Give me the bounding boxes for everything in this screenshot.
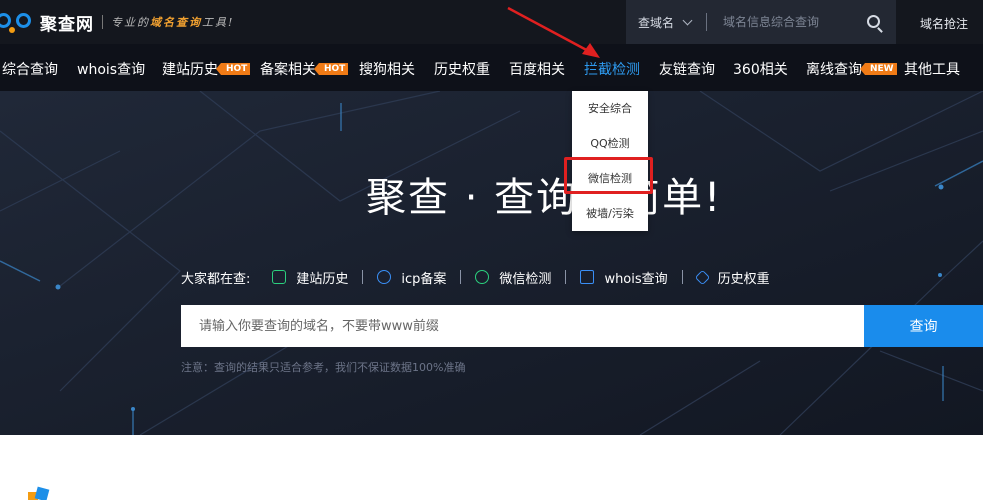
layers-icon <box>694 269 710 285</box>
nav-item-whois[interactable]: whois查询 <box>77 59 145 79</box>
nav-item-offline[interactable]: 离线查询 NEW <box>806 59 897 79</box>
popular-lead-label: 大家都在查: <box>181 271 251 287</box>
nav-item-sogou[interactable]: 搜狗相关 <box>359 59 415 79</box>
popular-item-wechat[interactable]: 微信检测 <box>475 268 551 287</box>
annotation-highlight-box <box>564 157 653 194</box>
hot-badge: HOT <box>215 63 251 75</box>
hero-banner <box>0 91 983 435</box>
icp-icon <box>377 270 392 284</box>
nav-item-360[interactable]: 360相关 <box>733 59 788 79</box>
monitor-icon <box>580 270 595 284</box>
site-logo[interactable]: 聚查网 专业的域名查询工具! <box>0 10 235 35</box>
search-button[interactable]: 查询 <box>864 305 983 347</box>
hot-badge: HOT <box>313 63 349 75</box>
top-bar: 聚查网 专业的域名查询工具! 查域名 域名抢注 <box>0 0 983 44</box>
nav-item-icp[interactable]: 备案相关 HOT <box>260 59 349 79</box>
logo-icon <box>0 11 36 33</box>
domain-snatch-link[interactable]: 域名抢注 <box>920 15 968 32</box>
main-nav: 综合查询 whois查询 建站历史 HOT 备案相关 HOT 搜狗相关 历史权重 百… <box>0 44 983 91</box>
dropdown-item-qq-check[interactable]: QQ检测 <box>572 126 648 161</box>
top-search-input[interactable] <box>707 15 847 29</box>
popular-item-whois[interactable]: whois查询 <box>580 268 668 287</box>
site-name: 聚查网 <box>40 14 94 35</box>
chevron-down-icon <box>682 15 693 25</box>
divider <box>460 270 462 284</box>
divider <box>362 270 364 284</box>
search-type-select[interactable]: 查域名 <box>626 14 706 31</box>
logo-divider <box>102 15 103 29</box>
disclaimer-note: 注意：查询的结果只适合参考，我们不保证数据100%准确 <box>181 361 466 374</box>
top-search-bar: 查域名 <box>626 0 896 44</box>
divider <box>565 270 567 284</box>
search-icon[interactable] <box>867 15 880 28</box>
nav-item-history-weight[interactable]: 历史权重 <box>434 59 490 79</box>
domain-search-input[interactable] <box>181 305 864 347</box>
hero-title: 聚查 · 查询更简单! <box>366 175 723 221</box>
popular-item-icp[interactable]: icp备案 <box>377 268 446 287</box>
history-icon <box>272 270 287 284</box>
nav-item-friend-links[interactable]: 友链查询 <box>659 59 715 79</box>
new-badge: NEW <box>860 63 897 75</box>
wechat-icon <box>475 270 490 284</box>
dropdown-item-blocked-polluted[interactable]: 被墙/污染 <box>572 196 648 231</box>
hero-background-lines <box>0 91 983 435</box>
nav-item-site-history[interactable]: 建站历史 HOT <box>162 59 251 79</box>
popular-item-history-weight[interactable]: 历史权重 <box>694 268 770 287</box>
nav-item-block-check[interactable]: 拦截检测 <box>584 59 640 79</box>
popular-item-site-history[interactable]: 建站历史 <box>272 268 348 287</box>
nav-item-comprehensive[interactable]: 综合查询 <box>2 59 58 79</box>
divider <box>681 270 683 284</box>
popular-searches: 大家都在查: 建站历史 icp备案 微信检测 whois查询 历史权重 <box>181 268 770 287</box>
site-slogan: 专业的域名查询工具! <box>111 16 235 29</box>
dropdown-item-security[interactable]: 安全综合 <box>572 91 648 126</box>
nav-item-other-tools[interactable]: 其他工具 <box>904 59 960 79</box>
nav-item-baidu[interactable]: 百度相关 <box>509 59 565 79</box>
main-search-bar: 查询 <box>181 305 983 347</box>
section-logo-icon <box>20 486 60 500</box>
